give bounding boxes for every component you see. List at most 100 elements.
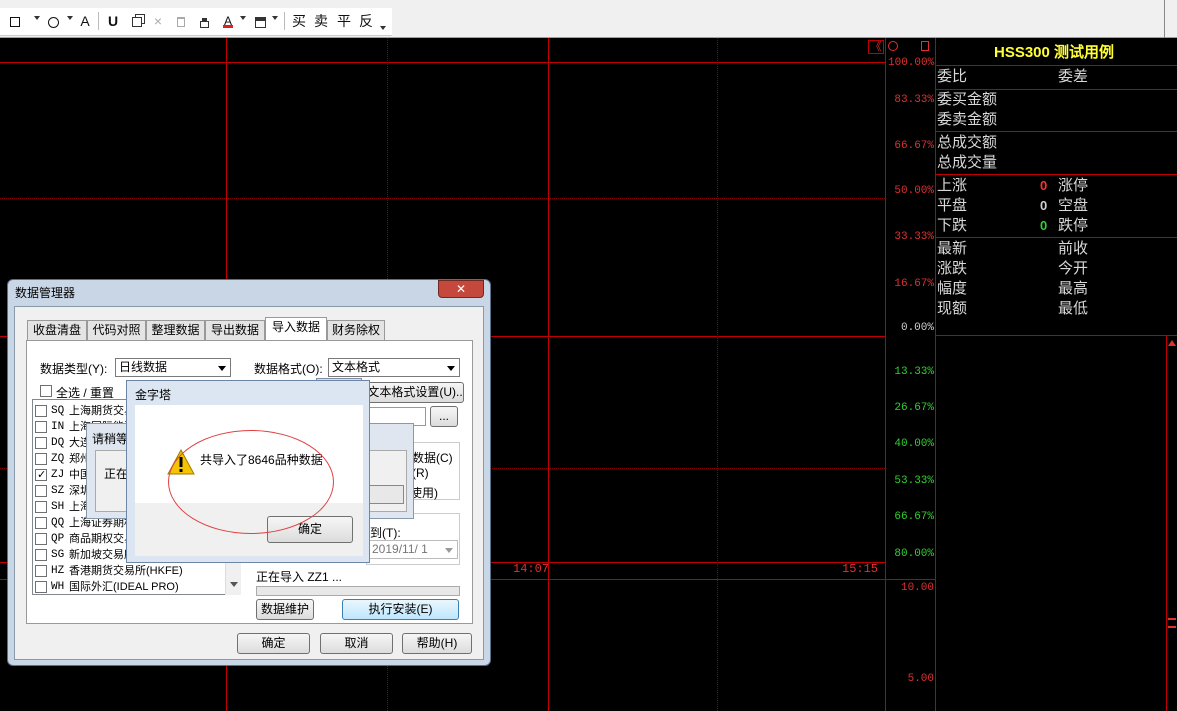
color-tool-icon[interactable]: A bbox=[218, 11, 238, 31]
data-format-value: 文本格式 bbox=[332, 360, 381, 374]
lock-icon[interactable] bbox=[195, 11, 213, 31]
tab-finance[interactable]: 财务除权 bbox=[327, 320, 385, 341]
ellipse-tool-icon[interactable] bbox=[42, 11, 64, 31]
wait-title: 请稍等 bbox=[92, 432, 129, 446]
reverse-button[interactable]: 反 bbox=[357, 11, 375, 31]
percent-axis-label: 16.67% bbox=[894, 278, 934, 290]
tab-code-map[interactable]: 代码对照 bbox=[87, 320, 146, 341]
help-button[interactable]: 帮助(H) bbox=[402, 633, 472, 654]
low-label: 最低 bbox=[1058, 300, 1089, 317]
market-checkbox[interactable] bbox=[35, 533, 47, 545]
dialog-close-button[interactable]: ✕ bbox=[438, 280, 484, 298]
delete-icon[interactable]: × bbox=[150, 11, 166, 31]
total-amount-label: 总成交额 bbox=[937, 134, 998, 151]
data-format-select[interactable]: 文本格式 bbox=[328, 358, 460, 377]
wait-text: 正在 bbox=[104, 467, 129, 481]
high-label: 最高 bbox=[1058, 280, 1089, 297]
market-name: 国际外汇(IDEAL PRO) bbox=[69, 581, 179, 593]
tab-close-clear[interactable]: 收盘清盘 bbox=[27, 320, 87, 341]
market-code: ZJ bbox=[51, 469, 65, 481]
to-date-picker[interactable]: 2019/11/ 1 bbox=[368, 540, 458, 559]
message-box-title: 金字塔 bbox=[135, 388, 172, 402]
flat-count: 0 bbox=[1040, 198, 1048, 213]
dotted-grid-line bbox=[0, 198, 885, 199]
market-code: SG bbox=[51, 549, 65, 561]
market-code: QP bbox=[51, 533, 65, 545]
market-checkbox[interactable] bbox=[35, 517, 47, 529]
to-date-value: 2019/11/ 1 bbox=[372, 542, 428, 556]
market-checkbox[interactable] bbox=[35, 421, 47, 433]
trash-icon[interactable] bbox=[172, 11, 190, 31]
option-data-label[interactable]: 数据(C) bbox=[412, 449, 453, 466]
percent-axis-label: 66.67% bbox=[894, 140, 934, 152]
rising-count: 0 bbox=[1040, 178, 1048, 193]
falling-label: 下跌 bbox=[937, 217, 968, 234]
import-status: 正在导入 ZZ1 ... bbox=[256, 570, 343, 584]
market-code: IN bbox=[51, 421, 65, 433]
limit-down-label: 跌停 bbox=[1058, 217, 1089, 234]
market-checkbox[interactable] bbox=[35, 581, 47, 593]
panel-divider bbox=[936, 174, 1177, 175]
open-label: 今开 bbox=[1058, 260, 1089, 277]
tab-export[interactable]: 导出数据 bbox=[205, 320, 265, 341]
magnet-tool-icon[interactable]: U bbox=[104, 11, 122, 31]
panel-scrollbar-track[interactable] bbox=[1166, 336, 1167, 711]
market-checkbox[interactable] bbox=[35, 501, 47, 513]
toolbar-more-icon[interactable] bbox=[380, 26, 386, 30]
tab-organize[interactable]: 整理数据 bbox=[146, 320, 205, 341]
tab-import[interactable]: 导入数据 bbox=[265, 317, 327, 342]
ellipse-dropdown-icon[interactable] bbox=[67, 16, 73, 20]
execute-install-button[interactable]: 执行安装(E) bbox=[342, 599, 459, 620]
save-icon[interactable] bbox=[250, 11, 270, 31]
percent-axis-label: 13.33% bbox=[894, 366, 934, 378]
data-format-label: 数据格式(O): bbox=[254, 362, 323, 376]
percent-axis-label: 40.00% bbox=[894, 438, 934, 450]
cancel-button[interactable]: 取消 bbox=[320, 633, 393, 654]
rectangle-tool-icon[interactable] bbox=[4, 11, 26, 31]
falling-count: 0 bbox=[1040, 218, 1048, 233]
ask-amount-label: 委卖金额 bbox=[937, 111, 998, 128]
market-checkbox[interactable] bbox=[35, 565, 47, 577]
percent-axis-label: 80.00% bbox=[894, 548, 934, 560]
data-type-value: 日线数据 bbox=[119, 360, 168, 374]
data-maintenance-button[interactable]: 数据维护 bbox=[256, 599, 314, 620]
indicator-icon[interactable] bbox=[888, 41, 898, 51]
copy-icon[interactable] bbox=[127, 11, 147, 31]
market-checkbox[interactable] bbox=[35, 437, 47, 449]
data-type-select[interactable]: 日线数据 bbox=[115, 358, 231, 377]
percent-axis-label: 53.33% bbox=[894, 475, 934, 487]
scroll-up-icon[interactable] bbox=[1168, 340, 1176, 346]
market-checkbox[interactable] bbox=[35, 453, 47, 465]
change-label: 涨跌 bbox=[937, 260, 968, 277]
market-code: HZ bbox=[51, 565, 65, 577]
rectangle-dropdown-icon[interactable] bbox=[34, 16, 40, 20]
close-position-button[interactable]: 平 bbox=[335, 11, 353, 31]
option-use-label[interactable]: 使用) bbox=[410, 484, 438, 501]
option-r-label[interactable]: (R) bbox=[412, 466, 429, 480]
save-dropdown-icon[interactable] bbox=[272, 16, 278, 20]
market-checkbox[interactable] bbox=[35, 549, 47, 561]
color-dropdown-icon[interactable] bbox=[240, 16, 246, 20]
bid-amount-label: 委买金额 bbox=[937, 91, 998, 108]
total-volume-label: 总成交量 bbox=[937, 154, 998, 171]
scroll-grip-icon[interactable] bbox=[1168, 618, 1176, 628]
market-checkbox[interactable] bbox=[35, 405, 47, 417]
collapse-panel-button[interactable]: 《 bbox=[868, 40, 884, 54]
instrument-title: HSS300 测试用例 bbox=[936, 40, 1177, 66]
scroll-down-icon[interactable] bbox=[230, 582, 238, 587]
highlight-annotation-ellipse bbox=[168, 430, 334, 534]
latest-label: 最新 bbox=[937, 240, 968, 257]
market-checkbox[interactable] bbox=[35, 485, 47, 497]
text-format-settings-button[interactable]: 文本格式设置(U).. bbox=[366, 382, 464, 403]
select-all-checkbox[interactable] bbox=[40, 385, 52, 397]
market-checkbox[interactable] bbox=[35, 467, 47, 483]
ok-button[interactable]: 确定 bbox=[237, 633, 310, 654]
text-tool-icon[interactable]: A bbox=[76, 11, 94, 31]
percent-axis-label: 26.67% bbox=[894, 402, 934, 414]
sell-button[interactable]: 卖 bbox=[312, 11, 330, 31]
window-toggle-icon[interactable] bbox=[921, 41, 929, 51]
buy-button[interactable]: 买 bbox=[290, 11, 308, 31]
percent-axis-label: 83.33% bbox=[894, 94, 934, 106]
browse-button[interactable]: ... bbox=[430, 406, 458, 427]
chevron-down-icon bbox=[218, 366, 226, 371]
